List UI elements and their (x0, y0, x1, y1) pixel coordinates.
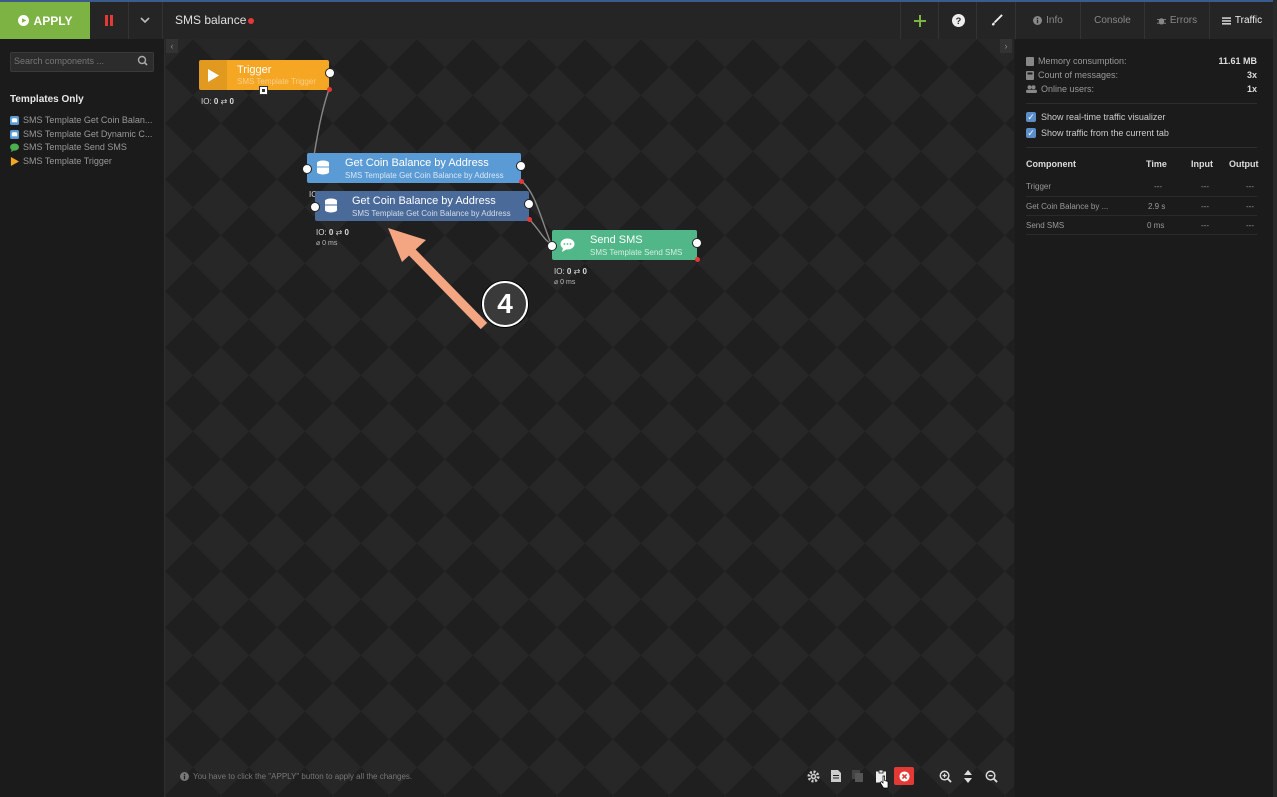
gear-icon (806, 769, 820, 783)
option-label: Show real-time traffic visualizer (1041, 112, 1166, 122)
users-icon (1026, 85, 1037, 93)
stat-value: 1x (1246, 84, 1257, 94)
column-component: Component (1026, 159, 1076, 169)
cell-component: Get Coin Balance by ... (1026, 202, 1109, 211)
cell-time: 2.9 s (1148, 202, 1166, 211)
zoom-out-button[interactable] (982, 767, 1000, 785)
zoom-in-button[interactable] (936, 767, 954, 785)
cell-component: Trigger (1026, 182, 1052, 191)
cell-output: --- (1246, 182, 1254, 191)
stat-messages: Count of messages: 3x (1026, 69, 1257, 81)
stat-label: Online users: (1041, 84, 1095, 94)
step-badge: 4 (482, 281, 528, 327)
stat-memory: Memory consumption: 11.61 MB (1026, 55, 1257, 67)
column-output: Output (1229, 159, 1259, 169)
document-button[interactable] (827, 767, 845, 785)
cell-input: --- (1201, 182, 1209, 191)
stat-users: Online users: 1x (1026, 83, 1257, 95)
row-divider (1026, 234, 1257, 235)
stat-value: 11.61 MB (1218, 56, 1257, 66)
stat-label: Memory consumption: (1038, 56, 1127, 66)
settings-button[interactable] (804, 767, 822, 785)
cell-component: Send SMS (1026, 221, 1065, 230)
divider (1026, 103, 1257, 104)
column-input: Input (1191, 159, 1213, 169)
stat-value: 3x (1246, 70, 1257, 80)
memory-icon (1026, 56, 1034, 66)
row-divider (1026, 215, 1257, 216)
document-icon (831, 770, 841, 782)
info-icon (180, 772, 189, 781)
cell-time: --- (1154, 182, 1162, 191)
traffic-panel (1015, 39, 1273, 797)
copy-icon (852, 770, 863, 782)
mouse-cursor-icon (879, 775, 889, 789)
column-time: Time (1146, 159, 1167, 169)
stat-label: Count of messages: (1038, 70, 1119, 80)
option-current-tab-traffic[interactable]: ✓ Show traffic from the current tab (1026, 127, 1169, 139)
sort-icon (964, 769, 972, 783)
status-hint: You have to click the "APPLY" button to … (180, 772, 412, 781)
copy-button[interactable] (849, 767, 867, 785)
zoom-in-icon (939, 770, 952, 783)
zoom-out-icon (985, 770, 998, 783)
cell-input: --- (1201, 221, 1209, 230)
cell-input: --- (1201, 202, 1209, 211)
option-realtime-visualizer[interactable]: ✓ Show real-time traffic visualizer (1026, 111, 1165, 123)
remove-button[interactable] (894, 767, 914, 785)
close-circle-icon (898, 770, 910, 782)
checkbox-checked[interactable]: ✓ (1026, 112, 1036, 122)
cell-output: --- (1246, 202, 1254, 211)
zoom-reset-button[interactable] (959, 767, 977, 785)
cell-time: 0 ms (1147, 221, 1165, 230)
cell-output: --- (1246, 221, 1254, 230)
status-hint-text: You have to click the "APPLY" button to … (193, 772, 413, 781)
row-divider (1026, 196, 1257, 197)
checkbox-checked[interactable]: ✓ (1026, 128, 1036, 138)
calculator-icon (1026, 70, 1034, 80)
option-label: Show traffic from the current tab (1041, 128, 1169, 138)
window-scrollbar[interactable] (1273, 0, 1277, 797)
divider (1026, 147, 1257, 148)
